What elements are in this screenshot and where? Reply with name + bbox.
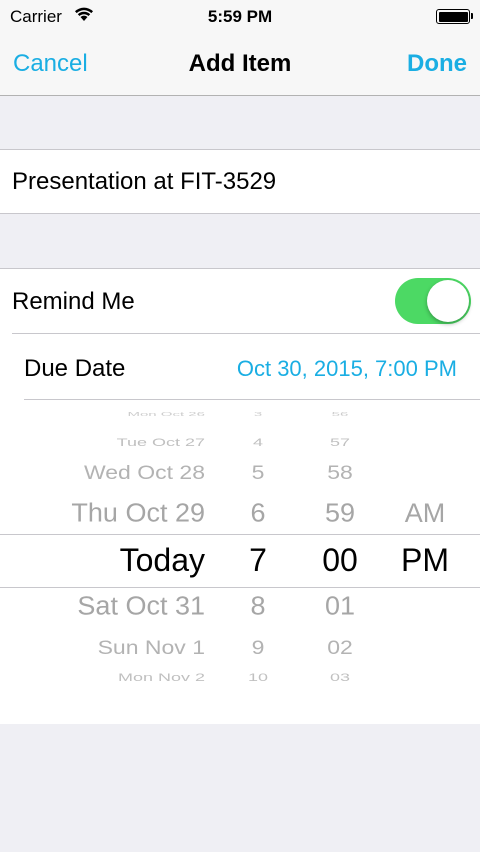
picker-date-item[interactable]: Mon Oct 26 [127, 412, 205, 418]
picker-hour-item[interactable]: 5 [218, 461, 298, 484]
picker-hour-item[interactable]: 3 [218, 412, 298, 418]
done-button[interactable]: Done [407, 50, 467, 78]
picker-hour-item[interactable]: 7 [218, 542, 298, 579]
picker-period-item[interactable]: AM [385, 498, 465, 529]
date-time-picker[interactable]: Mon Oct 26 Tue Oct 27 Wed Oct 28 Thu Oct 29… [0, 409, 480, 699]
picker-period-item[interactable]: PM [385, 542, 465, 579]
picker-minute-item[interactable]: 57 [300, 436, 380, 449]
picker-minute-item[interactable]: 58 [300, 461, 380, 484]
navigation-bar: Cancel Add Item Done [0, 34, 480, 96]
picker-hour-item[interactable]: 6 [218, 498, 298, 528]
picker-minute-item[interactable]: 59 [300, 498, 380, 528]
separator [24, 399, 480, 400]
due-date-value[interactable]: Oct 30, 2015, 7:00 PM [237, 356, 457, 382]
item-title-cell[interactable]: Presentation at FIT-3529 [0, 149, 480, 214]
picker-date-item[interactable]: Today [120, 542, 205, 579]
picker-minute-item[interactable]: 01 [300, 591, 380, 621]
battery-tip [471, 13, 473, 19]
item-title-field[interactable]: Presentation at FIT-3529 [12, 168, 276, 196]
picker-date-item[interactable]: Wed Oct 28 [84, 461, 205, 484]
picker-minute-item[interactable]: 00 [300, 542, 380, 579]
status-bar: Carrier 5:59 PM [0, 0, 480, 34]
picker-hour-item[interactable]: 9 [218, 636, 298, 659]
separator [12, 333, 480, 334]
battery-icon [436, 9, 470, 24]
reminder-section: Remind Me Due Date Oct 30, 2015, 7:00 PM… [0, 268, 480, 724]
picker-date-item[interactable]: Sat Oct 31 [77, 591, 205, 621]
picker-selection-line-top [0, 534, 480, 535]
picker-date-item[interactable]: Sun Nov 1 [98, 636, 205, 659]
picker-minute-item[interactable]: 03 [300, 671, 380, 684]
remind-me-toggle[interactable] [395, 278, 471, 324]
picker-date-item[interactable]: Thu Oct 29 [71, 498, 205, 528]
remind-me-label: Remind Me [12, 288, 135, 315]
picker-minute-item[interactable]: 02 [300, 636, 380, 659]
picker-hour-item[interactable]: 4 [218, 436, 298, 449]
due-date-label: Due Date [24, 355, 126, 382]
picker-date-item[interactable]: Tue Oct 27 [117, 436, 205, 449]
picker-minute-item[interactable]: 56 [300, 412, 380, 418]
picker-date-item[interactable]: Mon Nov 2 [118, 671, 205, 684]
toggle-knob [427, 280, 469, 322]
picker-selection-line-bottom [0, 587, 480, 588]
status-time: 5:59 PM [207, 7, 273, 26]
picker-hour-item[interactable]: 8 [218, 591, 298, 621]
picker-hour-item[interactable]: 10 [218, 671, 298, 684]
